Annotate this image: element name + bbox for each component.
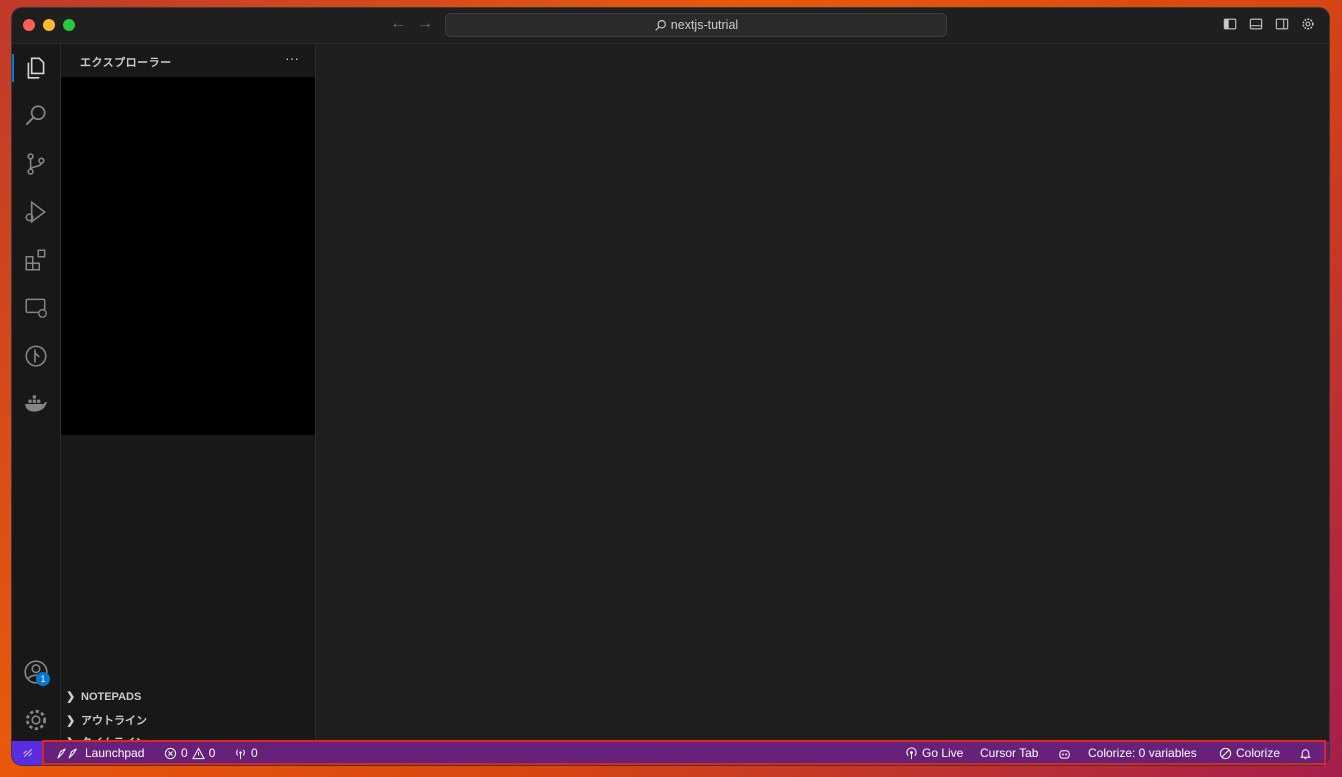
toggle-primary-sidebar-icon[interactable] — [1223, 17, 1237, 31]
title-bar: ← → nextjs-tutrial — [12, 8, 1329, 44]
remote-explorer-icon[interactable] — [22, 294, 50, 322]
search-icon[interactable] — [22, 102, 50, 130]
rocket-icon — [57, 747, 77, 759]
circle-slash-icon — [1219, 747, 1232, 759]
vscode-window: ← → nextjs-tutrial 1 エクスプローラー ··· ❯ NOTE… — [12, 8, 1329, 765]
section-notepads[interactable]: ❯ NOTEPADS — [66, 690, 142, 704]
cursor-tab-button[interactable]: Cursor Tab — [980, 741, 1038, 765]
bell-icon[interactable] — [1299, 741, 1312, 765]
chevron-right-icon: ❯ — [66, 691, 76, 703]
explorer-sidebar: エクスプローラー ··· ❯ NOTEPADS ❯ アウトライン ❯ タイムライ… — [61, 44, 316, 749]
manage-gear-icon[interactable] — [22, 706, 50, 734]
close-window-button[interactable] — [23, 19, 35, 31]
explorer-content-area — [61, 77, 315, 435]
colorize-variables-label: Colorize: 0 variables — [1088, 746, 1197, 760]
explorer-icon[interactable] — [12, 54, 50, 82]
arrow-right-icon[interactable]: → — [417, 16, 433, 32]
command-center-search[interactable]: nextjs-tutrial — [445, 13, 947, 37]
colorize-variables-button[interactable]: Colorize: 0 variables — [1088, 741, 1197, 765]
search-icon — [655, 19, 666, 31]
go-live-button[interactable]: Go Live — [905, 741, 963, 765]
error-count: 0 — [181, 746, 188, 760]
problems-button[interactable]: 0 0 — [164, 741, 215, 765]
arrow-left-icon[interactable]: ← — [390, 16, 406, 32]
section-outline[interactable]: ❯ アウトライン — [66, 712, 147, 728]
activity-bar: 1 — [12, 44, 61, 741]
warning-count: 0 — [208, 746, 216, 760]
run-debug-icon[interactable] — [22, 198, 50, 226]
git-graph-icon[interactable] — [22, 342, 50, 370]
broadcast-icon — [236, 748, 245, 759]
launchpad-button[interactable]: Launchpad — [55, 741, 144, 765]
extensions-icon[interactable] — [22, 246, 50, 274]
editor-area — [316, 44, 1329, 741]
status-bar: Launchpad 0 0 0 Go Live Cursor Tab Color… — [12, 741, 1329, 765]
chevron-right-icon: ❯ — [66, 714, 76, 727]
launchpad-label: Launchpad — [85, 746, 145, 760]
colorize-button[interactable]: Colorize — [1219, 741, 1280, 765]
minimize-window-button[interactable] — [43, 19, 55, 31]
cursor-tab-label: Cursor Tab — [980, 746, 1039, 760]
toggle-secondary-sidebar-icon[interactable] — [1275, 17, 1289, 31]
error-icon — [164, 747, 177, 759]
colorize-label: Colorize — [1236, 746, 1281, 760]
gear-icon[interactable] — [1301, 17, 1315, 31]
docker-icon[interactable] — [22, 390, 50, 418]
more-actions-button[interactable]: ··· — [285, 50, 299, 66]
account-badge: 1 — [36, 672, 50, 686]
zoom-window-button[interactable] — [63, 19, 75, 31]
ports-button[interactable]: 0 — [234, 741, 258, 765]
remote-icon — [22, 748, 32, 758]
section-label: アウトライン — [81, 715, 147, 727]
source-control-icon[interactable] — [22, 150, 50, 178]
broadcast-icon — [906, 746, 917, 759]
sidebar-title: エクスプローラー — [80, 57, 172, 69]
workspace-name: nextjs-tutrial — [670, 18, 739, 32]
ports-count: 0 — [251, 746, 258, 760]
copilot-icon[interactable] — [1058, 741, 1071, 765]
warning-icon — [191, 746, 205, 759]
toggle-panel-icon[interactable] — [1249, 17, 1263, 31]
copilot-icon-glyph — [1059, 749, 1070, 759]
section-label: NOTEPADS — [81, 690, 142, 703]
remote-indicator[interactable] — [12, 741, 43, 765]
bell-icon-glyph — [1300, 748, 1311, 759]
go-live-label: Go Live — [922, 746, 964, 760]
